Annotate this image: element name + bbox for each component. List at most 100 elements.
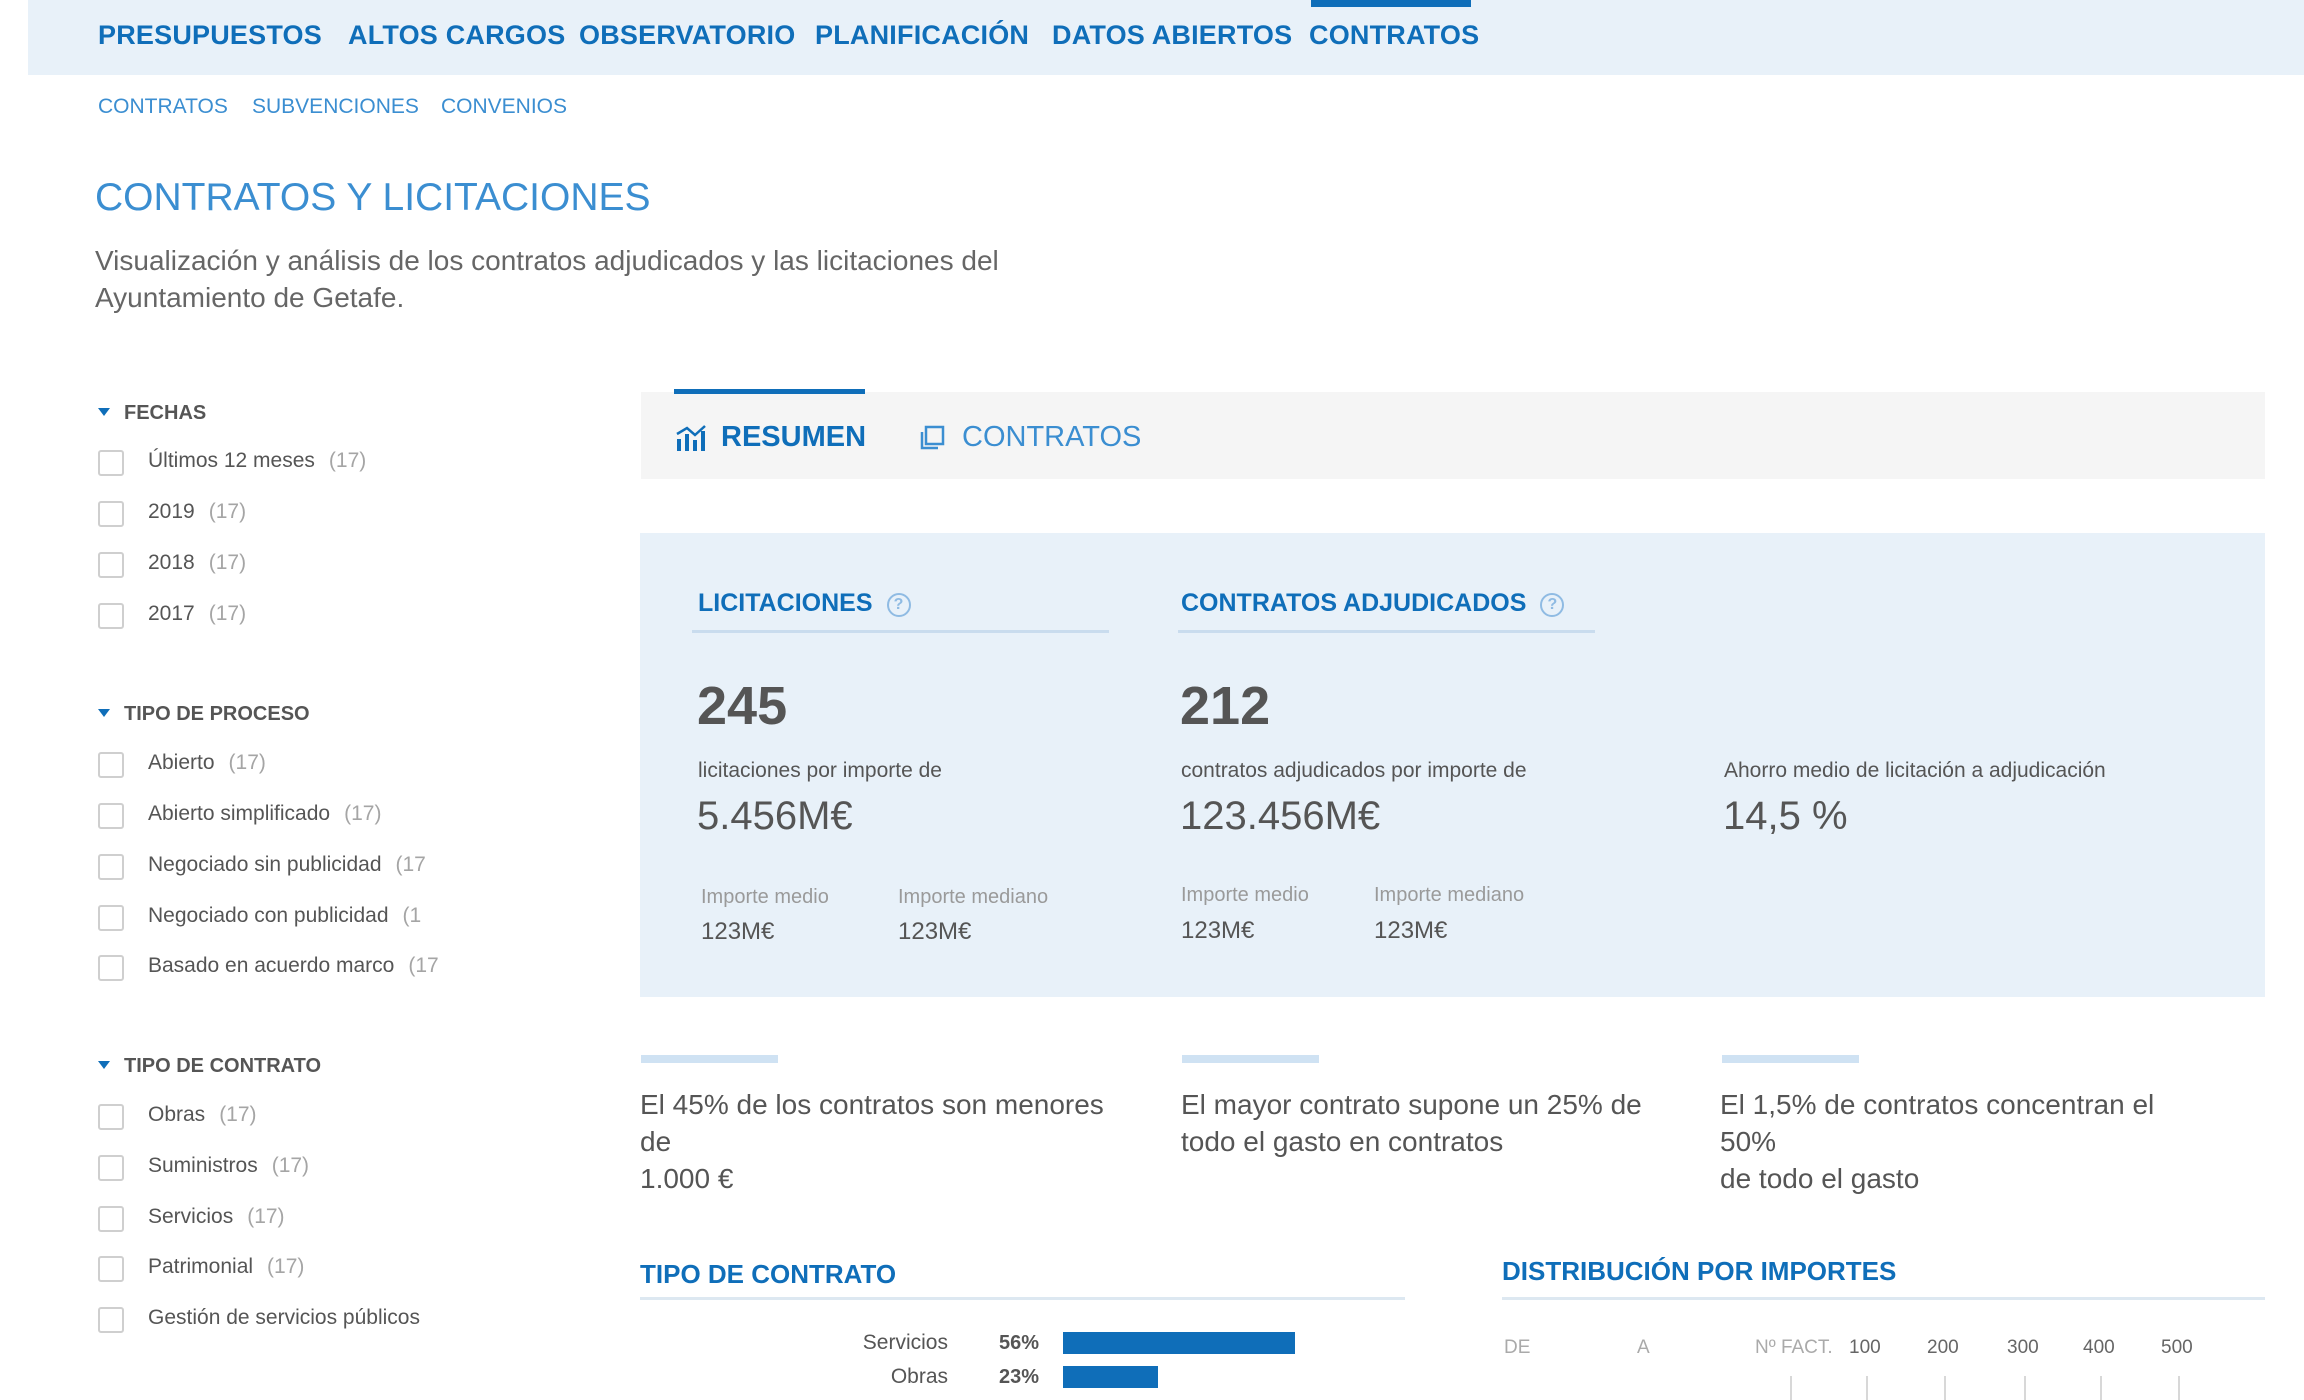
checkbox[interactable] <box>98 450 124 476</box>
filter-option-count: (17) <box>247 1205 285 1228</box>
distribucion-tick-line <box>2024 1376 2026 1400</box>
adjudicados-caption: contratos adjudicados por importe de <box>1181 759 1527 782</box>
checkbox[interactable] <box>98 854 124 880</box>
checkbox[interactable] <box>98 955 124 981</box>
adjudicados-rule <box>1178 630 1595 633</box>
filter-option-label: 2019 <box>148 500 195 523</box>
filter-option[interactable]: Negociado con publicidad (1 <box>98 902 438 934</box>
filter-option-label: Suministros <box>148 1154 258 1177</box>
filter-option-count: (17) <box>267 1255 305 1278</box>
filter-option[interactable]: Patrimonial (17) <box>98 1253 438 1285</box>
filter-option-label: Patrimonial <box>148 1255 254 1278</box>
filter-option[interactable]: Últimos 12 meses (17) <box>98 447 438 479</box>
nav-contratos[interactable]: CONTRATOS <box>1309 20 1479 51</box>
nav-planificacion[interactable]: PLANIFICACIÓN <box>815 20 1029 51</box>
checkbox[interactable] <box>98 1104 124 1130</box>
tab-active-indicator <box>674 389 865 394</box>
checkbox[interactable] <box>98 752 124 778</box>
checkbox[interactable] <box>98 552 124 578</box>
distribucion-rule <box>1502 1297 2265 1300</box>
filter-option[interactable]: Abierto simplificado (17) <box>98 800 438 832</box>
filter-group-tipo-contrato[interactable]: TIPO DE CONTRATO <box>98 1055 321 1078</box>
adjudicados-heading-text: CONTRATOS ADJUDICADOS <box>1181 589 1527 617</box>
subnav-subvenciones[interactable]: SUBVENCIONES <box>252 95 419 119</box>
bar-category-label: Servicios <box>862 1331 948 1354</box>
subnav-contratos[interactable]: CONTRATOS <box>98 95 228 119</box>
highlight-accent-bar <box>1182 1055 1319 1063</box>
filter-group-fechas[interactable]: FECHAS <box>98 402 206 425</box>
filter-option[interactable]: Suministros (17) <box>98 1152 438 1184</box>
filter-group-tipo-proceso[interactable]: TIPO DE PROCESO <box>98 703 310 726</box>
filter-option-count: (17 <box>408 954 438 977</box>
checkbox[interactable] <box>98 1256 124 1282</box>
distribucion-tick-line <box>1944 1376 1946 1400</box>
distribucion-tick-label: 200 <box>1927 1337 1959 1358</box>
filter-option[interactable]: 2017 (17) <box>98 600 438 632</box>
filter-option-label: Gestión de servicios públicos <box>148 1306 420 1329</box>
filter-group-title: TIPO DE PROCESO <box>124 703 310 725</box>
filter-option-count: (17) <box>208 500 247 523</box>
adjudicados-median-value: 123M€ <box>1374 917 1448 944</box>
nav-presupuestos[interactable]: PRESUPUESTOS <box>98 20 322 51</box>
nav-datos-abiertos[interactable]: DATOS ABIERTOS <box>1052 20 1292 51</box>
highlight-text: El mayor contrato supone un 25% de todo e… <box>1181 1089 1642 1157</box>
bar-percent-label: 23% <box>999 1366 1040 1388</box>
filter-option-count: (17) <box>208 551 247 574</box>
licitaciones-mean-label: Importe medio <box>701 886 829 908</box>
distribucion-col-nfact: Nº FACT. <box>1755 1337 1833 1358</box>
highlight-accent-bar <box>641 1055 778 1063</box>
filter-option-count: (17) <box>228 751 266 774</box>
filter-option-label: 2017 <box>148 602 195 625</box>
filter-option[interactable]: Servicios (17) <box>98 1203 438 1235</box>
page-description-line2: Ayuntamiento de Getafe. <box>95 282 405 313</box>
adjudicados-count: 212 <box>1180 676 1271 736</box>
filter-option-label: Negociado sin publicidad <box>148 853 382 876</box>
licitaciones-mean-value: 123M€ <box>701 918 775 945</box>
filter-option-count: (1 <box>402 904 422 927</box>
filter-option-label: Basado en acuerdo marco <box>148 954 395 977</box>
checkbox[interactable] <box>98 501 124 527</box>
licitaciones-rule <box>692 630 1109 633</box>
nav-altos-cargos[interactable]: ALTOS CARGOS <box>348 20 565 51</box>
checkbox[interactable] <box>98 1155 124 1181</box>
bar-fill[interactable] <box>1063 1366 1158 1388</box>
licitaciones-median-value: 123M€ <box>898 918 972 945</box>
filter-option-count: (17) <box>208 602 247 625</box>
subnav-convenios[interactable]: CONVENIOS <box>441 95 567 119</box>
tab-resumen-label: RESUMEN <box>721 421 867 453</box>
filter-option[interactable]: 2019 (17) <box>98 498 438 530</box>
filter-option-count: (17 <box>395 853 426 876</box>
highlight-text: El 1,5% de contratos concentran el 50% de… <box>1720 1089 2155 1194</box>
filter-option[interactable]: Obras (17) <box>98 1101 438 1133</box>
bar-fill[interactable] <box>1063 1332 1295 1354</box>
checkbox[interactable] <box>98 905 124 931</box>
filter-option[interactable]: Basado en acuerdo marco (17 <box>98 952 438 984</box>
filter-option[interactable]: Abierto (17) <box>98 749 438 781</box>
ahorro-caption: Ahorro medio de licitación a adjudicació… <box>1724 759 2106 782</box>
checkbox[interactable] <box>98 603 124 629</box>
licitaciones-heading: LICITACIONES? <box>698 589 911 618</box>
filter-option-count: (17) <box>344 802 382 825</box>
checkbox[interactable] <box>98 803 124 829</box>
distribucion-col-de: DE <box>1504 1337 1531 1358</box>
tab-strip <box>641 392 2265 479</box>
filter-option-label: Servicios <box>148 1205 234 1228</box>
checkbox[interactable] <box>98 1307 124 1333</box>
page-title: CONTRATOS Y LICITACIONES <box>95 176 651 219</box>
filter-option-count: (17) <box>219 1103 257 1126</box>
filter-option-label: Obras <box>148 1103 206 1126</box>
filter-option[interactable]: 2018 (17) <box>98 549 438 581</box>
tipo-contrato-rule <box>640 1297 1405 1300</box>
highlight-text: El 45% de los contratos son menores de 1.… <box>640 1089 1104 1194</box>
filter-option[interactable]: Negociado sin publicidad (17 <box>98 851 438 883</box>
checkbox[interactable] <box>98 1206 124 1232</box>
filter-option-label: Abierto <box>148 751 215 774</box>
question-circle-icon[interactable]: ? <box>1540 593 1565 617</box>
filter-option-label: Negociado con publicidad <box>148 904 389 927</box>
adjudicados-median-label: Importe mediano <box>1374 884 1525 906</box>
nav-observatorio[interactable]: OBSERVATORIO <box>579 20 795 51</box>
distribucion-tick-line <box>1866 1376 1868 1400</box>
distribucion-tick-label: 300 <box>2007 1337 2039 1358</box>
question-circle-icon[interactable]: ? <box>886 593 911 617</box>
filter-option[interactable]: Gestión de servicios públicos <box>98 1304 438 1336</box>
